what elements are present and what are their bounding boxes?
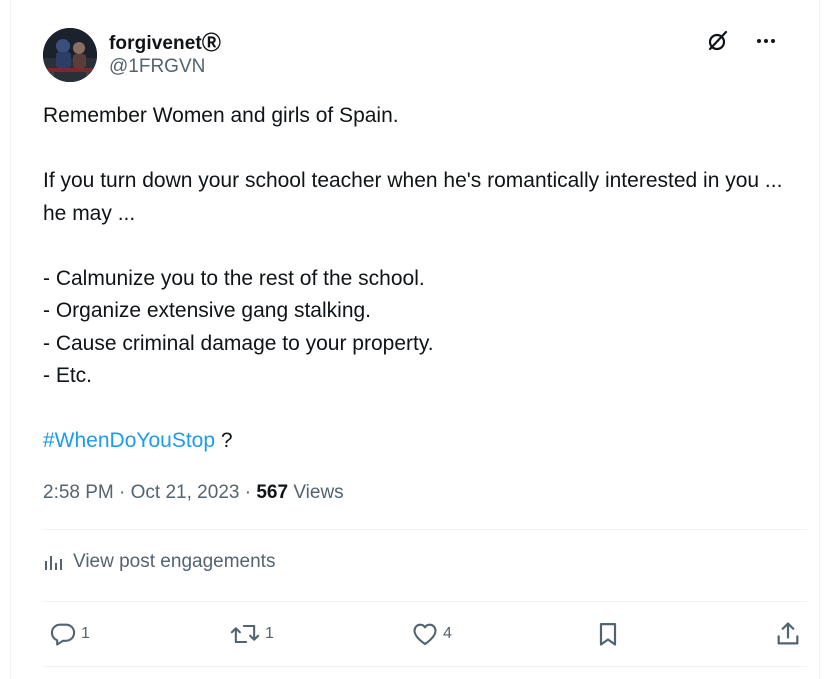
like-icon — [413, 623, 437, 645]
grok-slash-icon[interactable] — [705, 28, 731, 54]
repost-count: 1 — [265, 625, 274, 642]
view-engagements-button[interactable]: View post engagements — [43, 551, 275, 573]
post-actions-bar: 1 1 4 — [43, 616, 807, 652]
views-label: Views — [288, 482, 344, 503]
divider — [43, 529, 807, 530]
analytics-icon — [45, 556, 62, 570]
bookmark-icon — [599, 622, 617, 646]
post-card: forgivenetⓇ @1FRGVN Remember Women and g… — [10, 0, 820, 679]
post-date[interactable]: Oct 21, 2023 — [131, 482, 240, 504]
post-list-item: - Etc. — [43, 364, 93, 387]
display-name[interactable]: forgivenetⓇ — [109, 28, 221, 55]
avatar[interactable] — [43, 28, 97, 82]
author-handle[interactable]: @1FRGVN — [109, 56, 205, 78]
post-line: If you turn down your school teacher whe… — [43, 169, 789, 225]
post-list-item: - Organize extensive gang stalking. — [43, 299, 372, 322]
reply-icon — [50, 623, 76, 646]
repost-button[interactable]: 1 — [229, 616, 274, 652]
author-name-row[interactable]: forgivenetⓇ — [109, 28, 221, 55]
like-count: 4 — [443, 625, 452, 642]
post-time[interactable]: 2:58 PM — [43, 482, 114, 504]
post-line: Remember Women and girls of Spain. — [43, 104, 399, 127]
views-count: 567 — [256, 482, 289, 503]
post-list-item: - Cause criminal damage to your property… — [43, 331, 434, 355]
reply-count: 1 — [81, 625, 90, 642]
post-top-actions — [705, 28, 779, 54]
reply-button[interactable]: 1 — [49, 616, 90, 652]
meta-separator: · — [239, 482, 257, 503]
bookmark-button[interactable] — [594, 616, 622, 652]
repost-icon — [230, 624, 260, 644]
share-icon — [777, 622, 799, 645]
divider — [43, 666, 807, 667]
hashtag-link[interactable]: #WhenDoYouStop — [43, 429, 215, 452]
hashtag-line: #WhenDoYouStop ? — [43, 425, 803, 458]
post-list-item: - Calmunize you to the rest of the schoo… — [43, 266, 425, 290]
post-text: Remember Women and girls of Spain. If yo… — [43, 100, 803, 458]
hashtag-suffix: ? — [215, 429, 233, 452]
divider — [43, 601, 807, 602]
post-meta: 2:58 PM · Oct 21, 2023 · 567 Views — [43, 482, 344, 504]
like-button[interactable]: 4 — [411, 616, 452, 652]
engagements-label: View post engagements — [73, 551, 276, 572]
share-button[interactable] — [774, 616, 802, 652]
more-icon[interactable] — [753, 28, 779, 54]
meta-separator: · — [113, 482, 131, 503]
